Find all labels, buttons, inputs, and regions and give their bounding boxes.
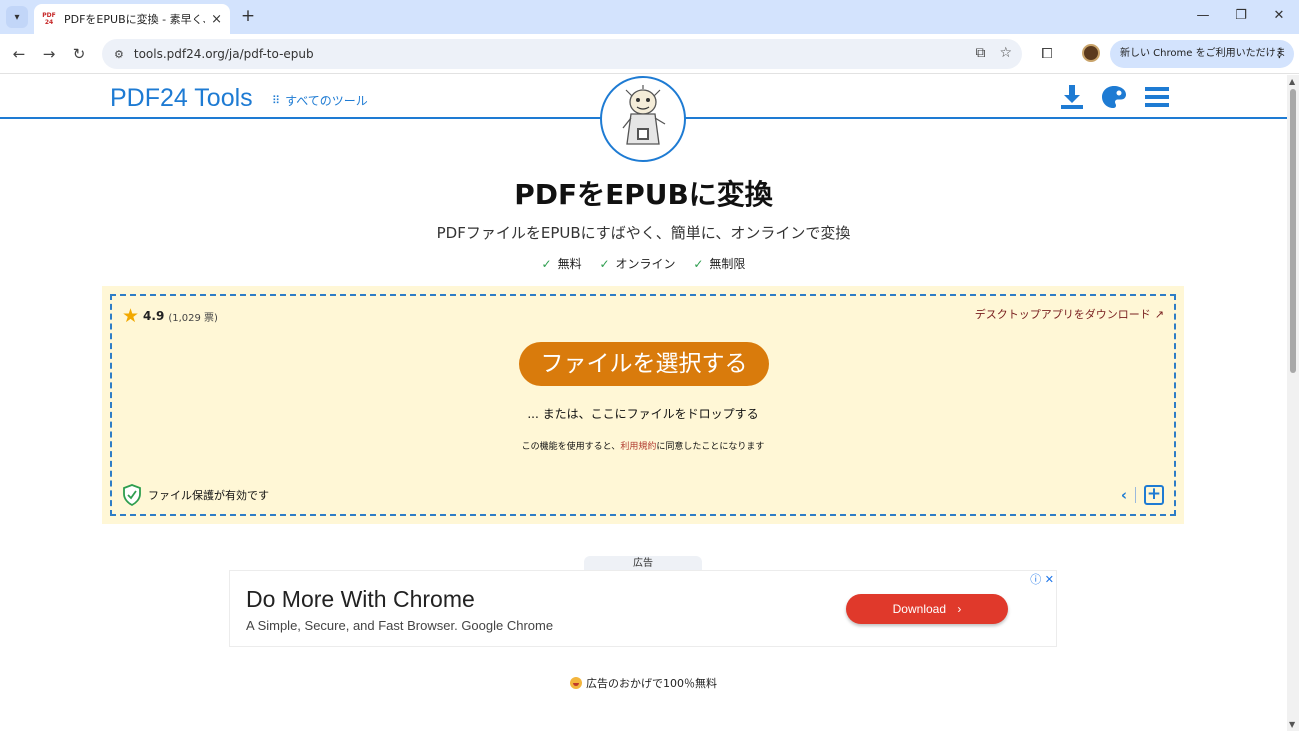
page-title: PDFをEPUBに変換 — [514, 178, 773, 211]
drop-hint: ... または、ここにファイルをドロップする — [527, 407, 759, 421]
ad-info-close-icon[interactable]: ⓘ ✕ — [1030, 571, 1054, 587]
profile-avatar[interactable] — [1082, 44, 1100, 62]
file-protection-label: ファイル保護が有効です — [148, 489, 269, 502]
ad-description[interactable]: A Simple, Secure, and Fast Browser. Goog… — [246, 618, 553, 633]
theme-palette-icon[interactable] — [1100, 83, 1128, 111]
tab-search-button[interactable]: ▾ — [6, 6, 28, 28]
mascot-icon — [622, 85, 666, 145]
scroll-thumb[interactable] — [1290, 89, 1296, 373]
chevron-left-icon[interactable]: ‹ — [1121, 486, 1127, 504]
scroll-down-icon[interactable]: ▼ — [1289, 720, 1295, 729]
download-icon[interactable] — [1058, 83, 1086, 111]
reload-button[interactable]: ↻ — [68, 43, 90, 65]
upload-area: ★ 4.9 (1,029 票) デスクトップアプリをダウンロード ↗ ファイルを選… — [102, 286, 1184, 524]
install-app-icon[interactable]: ⧉ — [975, 45, 985, 61]
forward-button[interactable]: → — [38, 43, 60, 65]
chrome-menu-icon[interactable]: ⋮ — [1273, 40, 1286, 68]
file-protection-status[interactable]: ファイル保護が有効です — [122, 484, 269, 506]
feature-item: ✓ 無料 — [541, 257, 582, 271]
terms-link[interactable]: 利用規約 — [620, 442, 656, 452]
feature-item: ✓ 無制限 — [693, 257, 746, 271]
rating: ★ 4.9 (1,029 票) — [122, 305, 218, 327]
file-dropzone[interactable]: ★ 4.9 (1,029 票) デスクトップアプリをダウンロード ↗ ファイルを選… — [110, 294, 1176, 516]
tab-title: PDFをEPUBに変換 - 素早く、オンラ — [64, 13, 205, 26]
page-content: PDF24 Tools ⠿ すべてのツール PDFをEPUBに変換 PDFファイ… — [0, 75, 1287, 725]
shield-check-icon — [123, 484, 141, 506]
back-button[interactable]: ← — [8, 43, 30, 65]
address-bar[interactable]: ⚙ tools.pdf24.org/ja/pdf-to-epub ⧉ ☆ — [102, 39, 1022, 69]
check-icon: ✓ — [693, 257, 704, 271]
tab-close-icon[interactable]: × — [211, 12, 222, 27]
browser-toolbar: ← → ↻ ⚙ tools.pdf24.org/ja/pdf-to-epub ⧉… — [0, 34, 1299, 87]
dropzone-actions: ‹ + — [1121, 485, 1164, 505]
minimize-button[interactable]: — — [1188, 6, 1218, 26]
terms-notice: この機能を使用すると、利用規約に同意したことになります — [521, 442, 765, 452]
scroll-up-icon[interactable]: ▲ — [1289, 77, 1295, 86]
browser-tab-bar: ▾ PDF 24 PDFをEPUBに変換 - 素早く、オンラ × + — ❐ ✕ — [0, 0, 1299, 34]
page-subtitle: PDFファイルをEPUBにすばやく、簡単に、オンラインで変換 — [436, 224, 851, 242]
rating-votes: (1,029 票) — [168, 312, 218, 324]
site-info-icon[interactable]: ⚙ — [114, 48, 124, 61]
update-chrome-button[interactable]: 新しい Chrome をご利用いただけます ⋮ — [1110, 40, 1294, 87]
mascot-image — [600, 76, 686, 162]
desktop-app-link[interactable]: デスクトップアプリをダウンロード ↗ — [975, 306, 1164, 322]
rating-value: 4.9 — [143, 309, 165, 323]
choose-file-button[interactable]: ファイルを選択する — [519, 342, 769, 386]
ad-download-button[interactable]: Download › — [846, 594, 1008, 624]
url-text[interactable]: tools.pdf24.org/ja/pdf-to-epub — [134, 47, 314, 61]
browser-tab[interactable]: PDF 24 PDFをEPUBに変換 - 素早く、オンラ × — [34, 4, 230, 34]
feature-item: ✓ オンライン — [599, 257, 676, 271]
extensions-icon[interactable]: ⧠ — [1036, 43, 1058, 65]
feature-list: ✓ 無料 ✓ オンライン ✓ 無制限 — [0, 255, 1287, 272]
pdf24-favicon-icon: PDF 24 — [42, 12, 56, 26]
pdf24-logo[interactable]: PDF24 Tools — [110, 84, 253, 113]
window-close-button[interactable]: ✕ — [1264, 6, 1294, 26]
ad-headline[interactable]: Do More With Chrome — [246, 586, 475, 613]
new-tab-button[interactable]: + — [238, 6, 258, 26]
desktop-app-label: デスクトップアプリをダウンロード — [974, 308, 1151, 321]
add-file-icon[interactable]: + — [1144, 485, 1164, 505]
ad-banner[interactable]: Do More With Chrome A Simple, Secure, an… — [229, 570, 1057, 647]
check-icon: ✓ — [541, 257, 552, 271]
all-tools-link[interactable]: ⠿ すべてのツール — [272, 92, 368, 109]
page-scrollbar[interactable]: ▲ ▼ — [1287, 75, 1299, 731]
grid-icon: ⠿ — [272, 94, 280, 107]
ad-free-note: 広告のおかげで100％無料 — [0, 675, 1287, 691]
smile-icon — [570, 677, 582, 689]
all-tools-label: すべてのツール — [285, 94, 368, 108]
hamburger-menu-icon[interactable] — [1143, 83, 1171, 111]
chevron-right-icon: › — [957, 602, 962, 616]
external-link-icon: ↗ — [1154, 308, 1164, 321]
bookmark-star-icon[interactable]: ☆ — [999, 45, 1012, 61]
restore-button[interactable]: ❐ — [1226, 6, 1256, 26]
ad-download-label: Download — [892, 602, 947, 616]
ad-free-label: 広告のおかげで100％無料 — [586, 677, 717, 690]
divider — [1135, 487, 1136, 503]
star-icon[interactable]: ★ — [122, 305, 139, 327]
check-icon: ✓ — [599, 257, 610, 271]
